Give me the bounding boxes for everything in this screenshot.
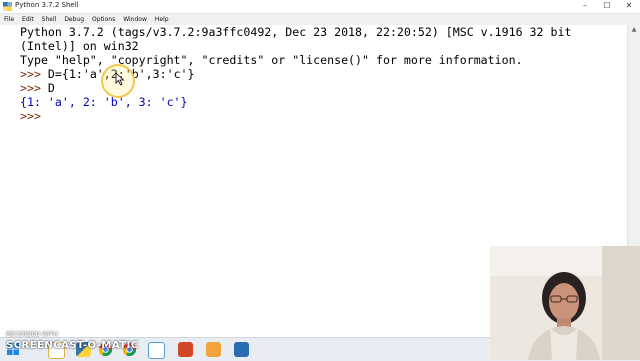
- command-line-2: >>> D: [20, 81, 55, 96]
- watermark-large-text: SCREENCAST-O-MATIC: [6, 340, 139, 351]
- prompt: >>>: [20, 67, 41, 81]
- python-icon: [3, 2, 12, 11]
- banner-line-2: (Intel)] on win32: [20, 39, 139, 53]
- window-title: Python 3.7.2 Shell: [15, 1, 79, 9]
- menu-debug[interactable]: Debug: [60, 16, 88, 23]
- menu-options[interactable]: Options: [88, 16, 119, 23]
- banner-line-3: Type "help", "copyright", "credits" or "…: [20, 53, 523, 67]
- scroll-up-icon[interactable]: ▲: [628, 25, 640, 35]
- menu-help[interactable]: Help: [151, 16, 173, 23]
- webcam-overlay: [490, 246, 640, 360]
- recording-watermark: RECORDED WITH SCREENCAST-O-MATIC: [6, 331, 138, 351]
- menu-shell[interactable]: Shell: [38, 16, 61, 23]
- command-line-3[interactable]: >>>: [20, 109, 41, 124]
- powerpoint-icon[interactable]: [178, 342, 193, 357]
- window-icon[interactable]: [148, 342, 165, 359]
- watermark-small-text: RECORDED WITH: [6, 331, 58, 338]
- menu-edit[interactable]: Edit: [18, 16, 38, 23]
- media-icon[interactable]: [206, 342, 221, 357]
- prompt: >>>: [20, 109, 41, 123]
- output-line: {1: 'a', 2: 'b', 3: 'c'}: [20, 95, 188, 109]
- presenter-video-image: [490, 246, 640, 360]
- menu-window[interactable]: Window: [119, 16, 151, 23]
- window-controls: – ☐ ✕: [574, 0, 640, 13]
- menu-bar: File Edit Shell Debug Options Window Hel…: [0, 14, 640, 25]
- maximize-button[interactable]: ☐: [596, 0, 618, 13]
- banner-line-1: Python 3.7.2 (tags/v3.7.2:9a3ffc0492, De…: [20, 25, 572, 39]
- prompt: >>>: [20, 81, 41, 95]
- screencast-icon[interactable]: [234, 342, 249, 357]
- close-button[interactable]: ✕: [618, 0, 640, 13]
- menu-file[interactable]: File: [0, 16, 18, 23]
- command-code: D: [40, 81, 55, 95]
- title-bar: Python 3.7.2 Shell – ☐ ✕: [0, 0, 640, 14]
- mouse-pointer-icon: [115, 72, 125, 86]
- minimize-button[interactable]: –: [574, 0, 596, 13]
